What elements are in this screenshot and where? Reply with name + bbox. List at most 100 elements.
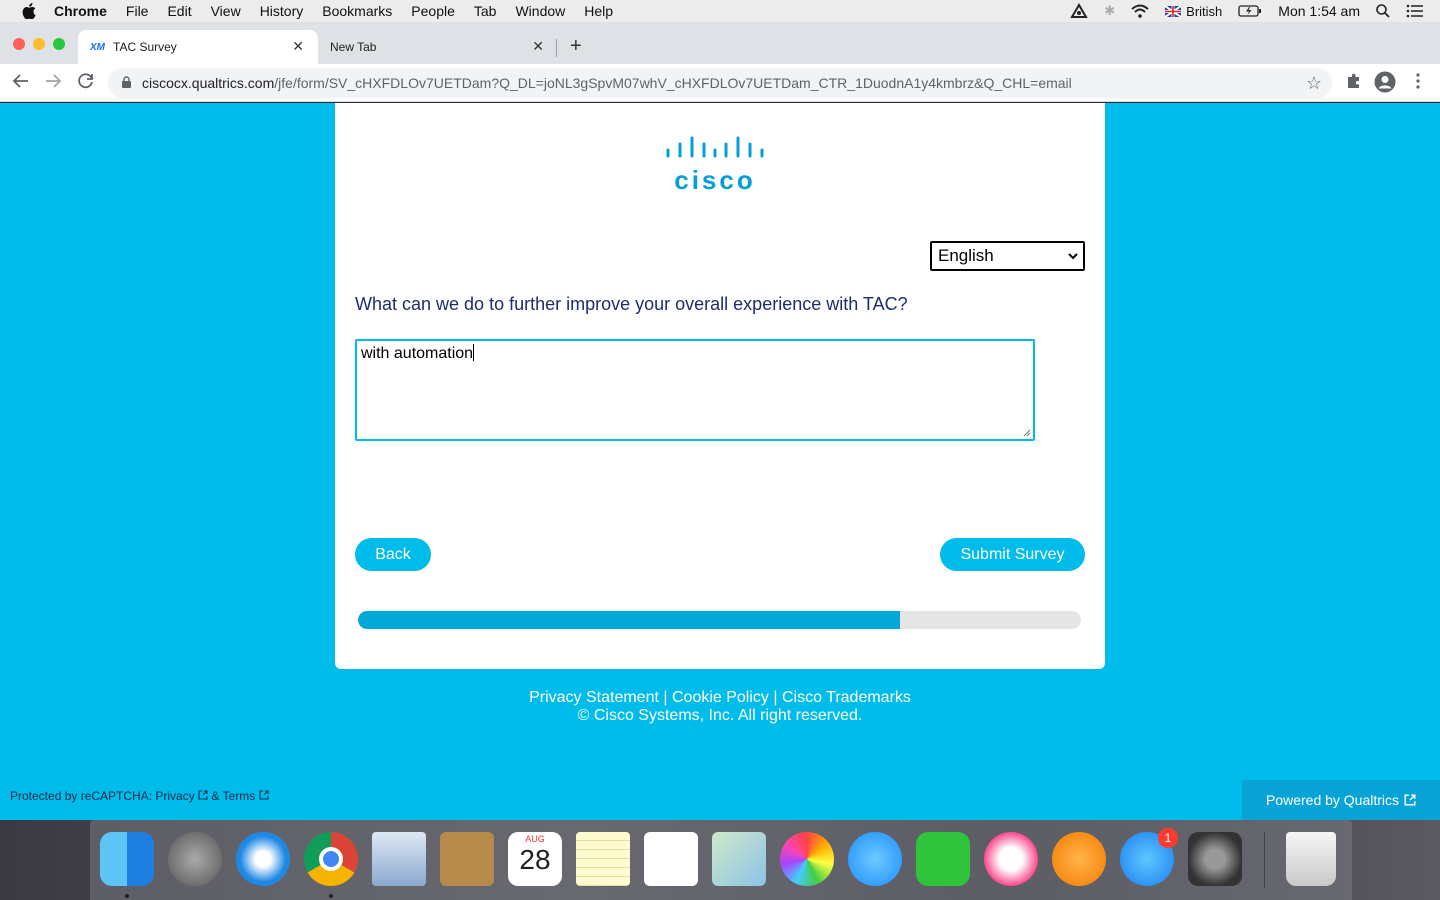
cisco-logo: cisco	[665, 135, 765, 195]
extensions-puzzle-icon[interactable]	[1345, 72, 1363, 95]
cisco-bridge-icon	[666, 136, 764, 158]
chevron-down-icon	[1068, 253, 1078, 260]
page-footer: Privacy Statement | Cookie Policy | Cisc…	[0, 689, 1440, 725]
powered-by-label: Powered by Qualtrics	[1265, 792, 1400, 808]
privacy-statement-link[interactable]: Privacy Statement	[529, 689, 659, 706]
menubar-clock[interactable]: Mon 1:54 am	[1278, 3, 1360, 19]
url-host: ciscocx.qualtrics.com	[142, 75, 275, 91]
uk-flag-icon	[1165, 5, 1182, 17]
tab-divider	[556, 39, 557, 57]
messages-icon[interactable]	[848, 832, 902, 886]
resize-grip-icon[interactable]	[1021, 427, 1031, 437]
back-arrow-icon[interactable]	[12, 72, 30, 95]
cisco-trademarks-link[interactable]: Cisco Trademarks	[782, 689, 911, 706]
menu-window[interactable]: Window	[515, 3, 565, 19]
browser-toolbar: ciscocx.qualtrics.com/jfe/form/SV_cHXFDL…	[0, 64, 1440, 102]
address-bar[interactable]: ciscocx.qualtrics.com/jfe/form/SV_cHXFDL…	[108, 68, 1332, 98]
photos-icon[interactable]	[780, 832, 834, 886]
new-tab-plus-icon[interactable]: +	[570, 35, 582, 58]
tab-title: New Tab	[330, 40, 377, 54]
facetime-icon[interactable]	[916, 832, 970, 886]
language-select[interactable]: English	[930, 241, 1085, 271]
footer-separator: |	[663, 689, 668, 706]
menu-bookmarks[interactable]: Bookmarks	[322, 3, 392, 19]
tab-tac-survey[interactable]: XM TAC Survey ✕	[78, 30, 318, 64]
language-select-value: English	[938, 246, 994, 265]
menu-tab[interactable]: Tab	[474, 3, 497, 19]
powered-by-qualtrics-link[interactable]: Powered by Qualtrics	[1242, 780, 1440, 820]
recaptcha-terms-link[interactable]: & Terms	[211, 789, 255, 803]
menu-people[interactable]: People	[411, 3, 455, 19]
forward-arrow-icon[interactable]	[44, 72, 62, 95]
menu-view[interactable]: View	[211, 3, 241, 19]
finder-icon[interactable]	[100, 832, 154, 886]
contacts-icon[interactable]	[440, 832, 494, 886]
safari-icon[interactable]	[236, 832, 290, 886]
window-zoom-button[interactable]	[53, 38, 65, 50]
external-link-icon	[198, 790, 208, 800]
maps-icon[interactable]	[712, 832, 766, 886]
question-text: What can we do to further improve your o…	[355, 294, 908, 314]
progress-bar	[358, 611, 1081, 629]
recaptcha-privacy-link[interactable]: Protected by reCAPTCHA: Privacy	[10, 789, 195, 803]
answer-text: with automation	[361, 345, 474, 362]
notification-center-icon[interactable]	[1406, 4, 1424, 18]
progress-bar-fill	[358, 611, 901, 629]
answer-textarea[interactable]: with automation	[355, 339, 1035, 441]
text-cursor	[473, 344, 475, 361]
back-button[interactable]: Back	[355, 538, 431, 571]
reminders-icon[interactable]	[644, 832, 698, 886]
calendar-icon[interactable]: AUG 28	[508, 832, 562, 886]
submit-survey-button[interactable]: Submit Survey	[940, 538, 1085, 571]
calendar-month: AUG	[525, 834, 545, 844]
books-icon[interactable]	[1052, 832, 1106, 886]
survey-page: cisco English What can we do to further …	[0, 103, 1440, 820]
apple-icon[interactable]	[20, 3, 38, 19]
mail-icon[interactable]	[372, 832, 426, 886]
recaptcha-notice: Protected by reCAPTCHA: Privacy & Terms	[10, 789, 269, 803]
tab-new-tab[interactable]: New Tab ✕	[318, 30, 558, 64]
menu-help[interactable]: Help	[584, 3, 613, 19]
wifi-icon[interactable]	[1131, 4, 1149, 18]
external-link-icon	[259, 790, 269, 800]
launchpad-icon[interactable]	[168, 832, 222, 886]
cisco-wordmark: cisco	[674, 165, 756, 195]
survey-card: cisco English What can we do to further …	[335, 103, 1105, 669]
running-indicator	[125, 894, 129, 898]
tab-title: TAC Survey	[113, 40, 177, 54]
spotlight-search-icon[interactable]	[1376, 4, 1390, 18]
tab-close-icon[interactable]: ✕	[532, 38, 544, 55]
menu-edit[interactable]: Edit	[167, 3, 191, 19]
notes-icon[interactable]	[576, 832, 630, 886]
qualtrics-favicon-icon: XM	[90, 41, 105, 53]
bluetooth-icon[interactable]: ✱	[1104, 3, 1115, 19]
battery-icon[interactable]	[1238, 5, 1262, 17]
menu-history[interactable]: History	[260, 3, 304, 19]
menu-file[interactable]: File	[126, 3, 149, 19]
system-preferences-icon[interactable]	[1188, 832, 1242, 886]
itunes-icon[interactable]	[984, 832, 1038, 886]
lock-icon[interactable]	[122, 76, 131, 88]
tab-close-icon[interactable]: ✕	[292, 38, 304, 55]
menu-app-name[interactable]: Chrome	[54, 3, 107, 19]
profile-avatar-icon[interactable]	[1374, 71, 1396, 98]
input-source[interactable]: British	[1165, 4, 1222, 19]
bookmark-star-icon[interactable]: ☆	[1306, 73, 1322, 94]
reload-icon[interactable]	[77, 72, 95, 95]
copyright-text: © Cisco Systems, Inc. All right reserved…	[577, 707, 863, 724]
calendar-day: 28	[519, 844, 551, 875]
window-minimize-button[interactable]	[33, 38, 45, 50]
url-path: /jfe/form/SV_cHXFDLOv7UETDam?Q_DL=joNL3g…	[274, 75, 1072, 91]
window-close-button[interactable]	[13, 38, 25, 50]
chrome-menu-kebab-icon[interactable]	[1415, 72, 1421, 95]
app-store-badge: 1	[1158, 828, 1178, 848]
footer-separator: |	[773, 689, 778, 706]
chrome-icon[interactable]	[304, 832, 358, 886]
trash-icon[interactable]	[1286, 832, 1336, 886]
cookie-policy-link[interactable]: Cookie Policy	[672, 689, 769, 706]
input-source-label: British	[1186, 3, 1223, 19]
browser-tabstrip: XM TAC Survey ✕ New Tab ✕ +	[0, 22, 1440, 64]
external-link-icon	[1404, 794, 1416, 806]
dock-separator	[1264, 832, 1265, 888]
status-app-icon[interactable]	[1070, 3, 1088, 19]
